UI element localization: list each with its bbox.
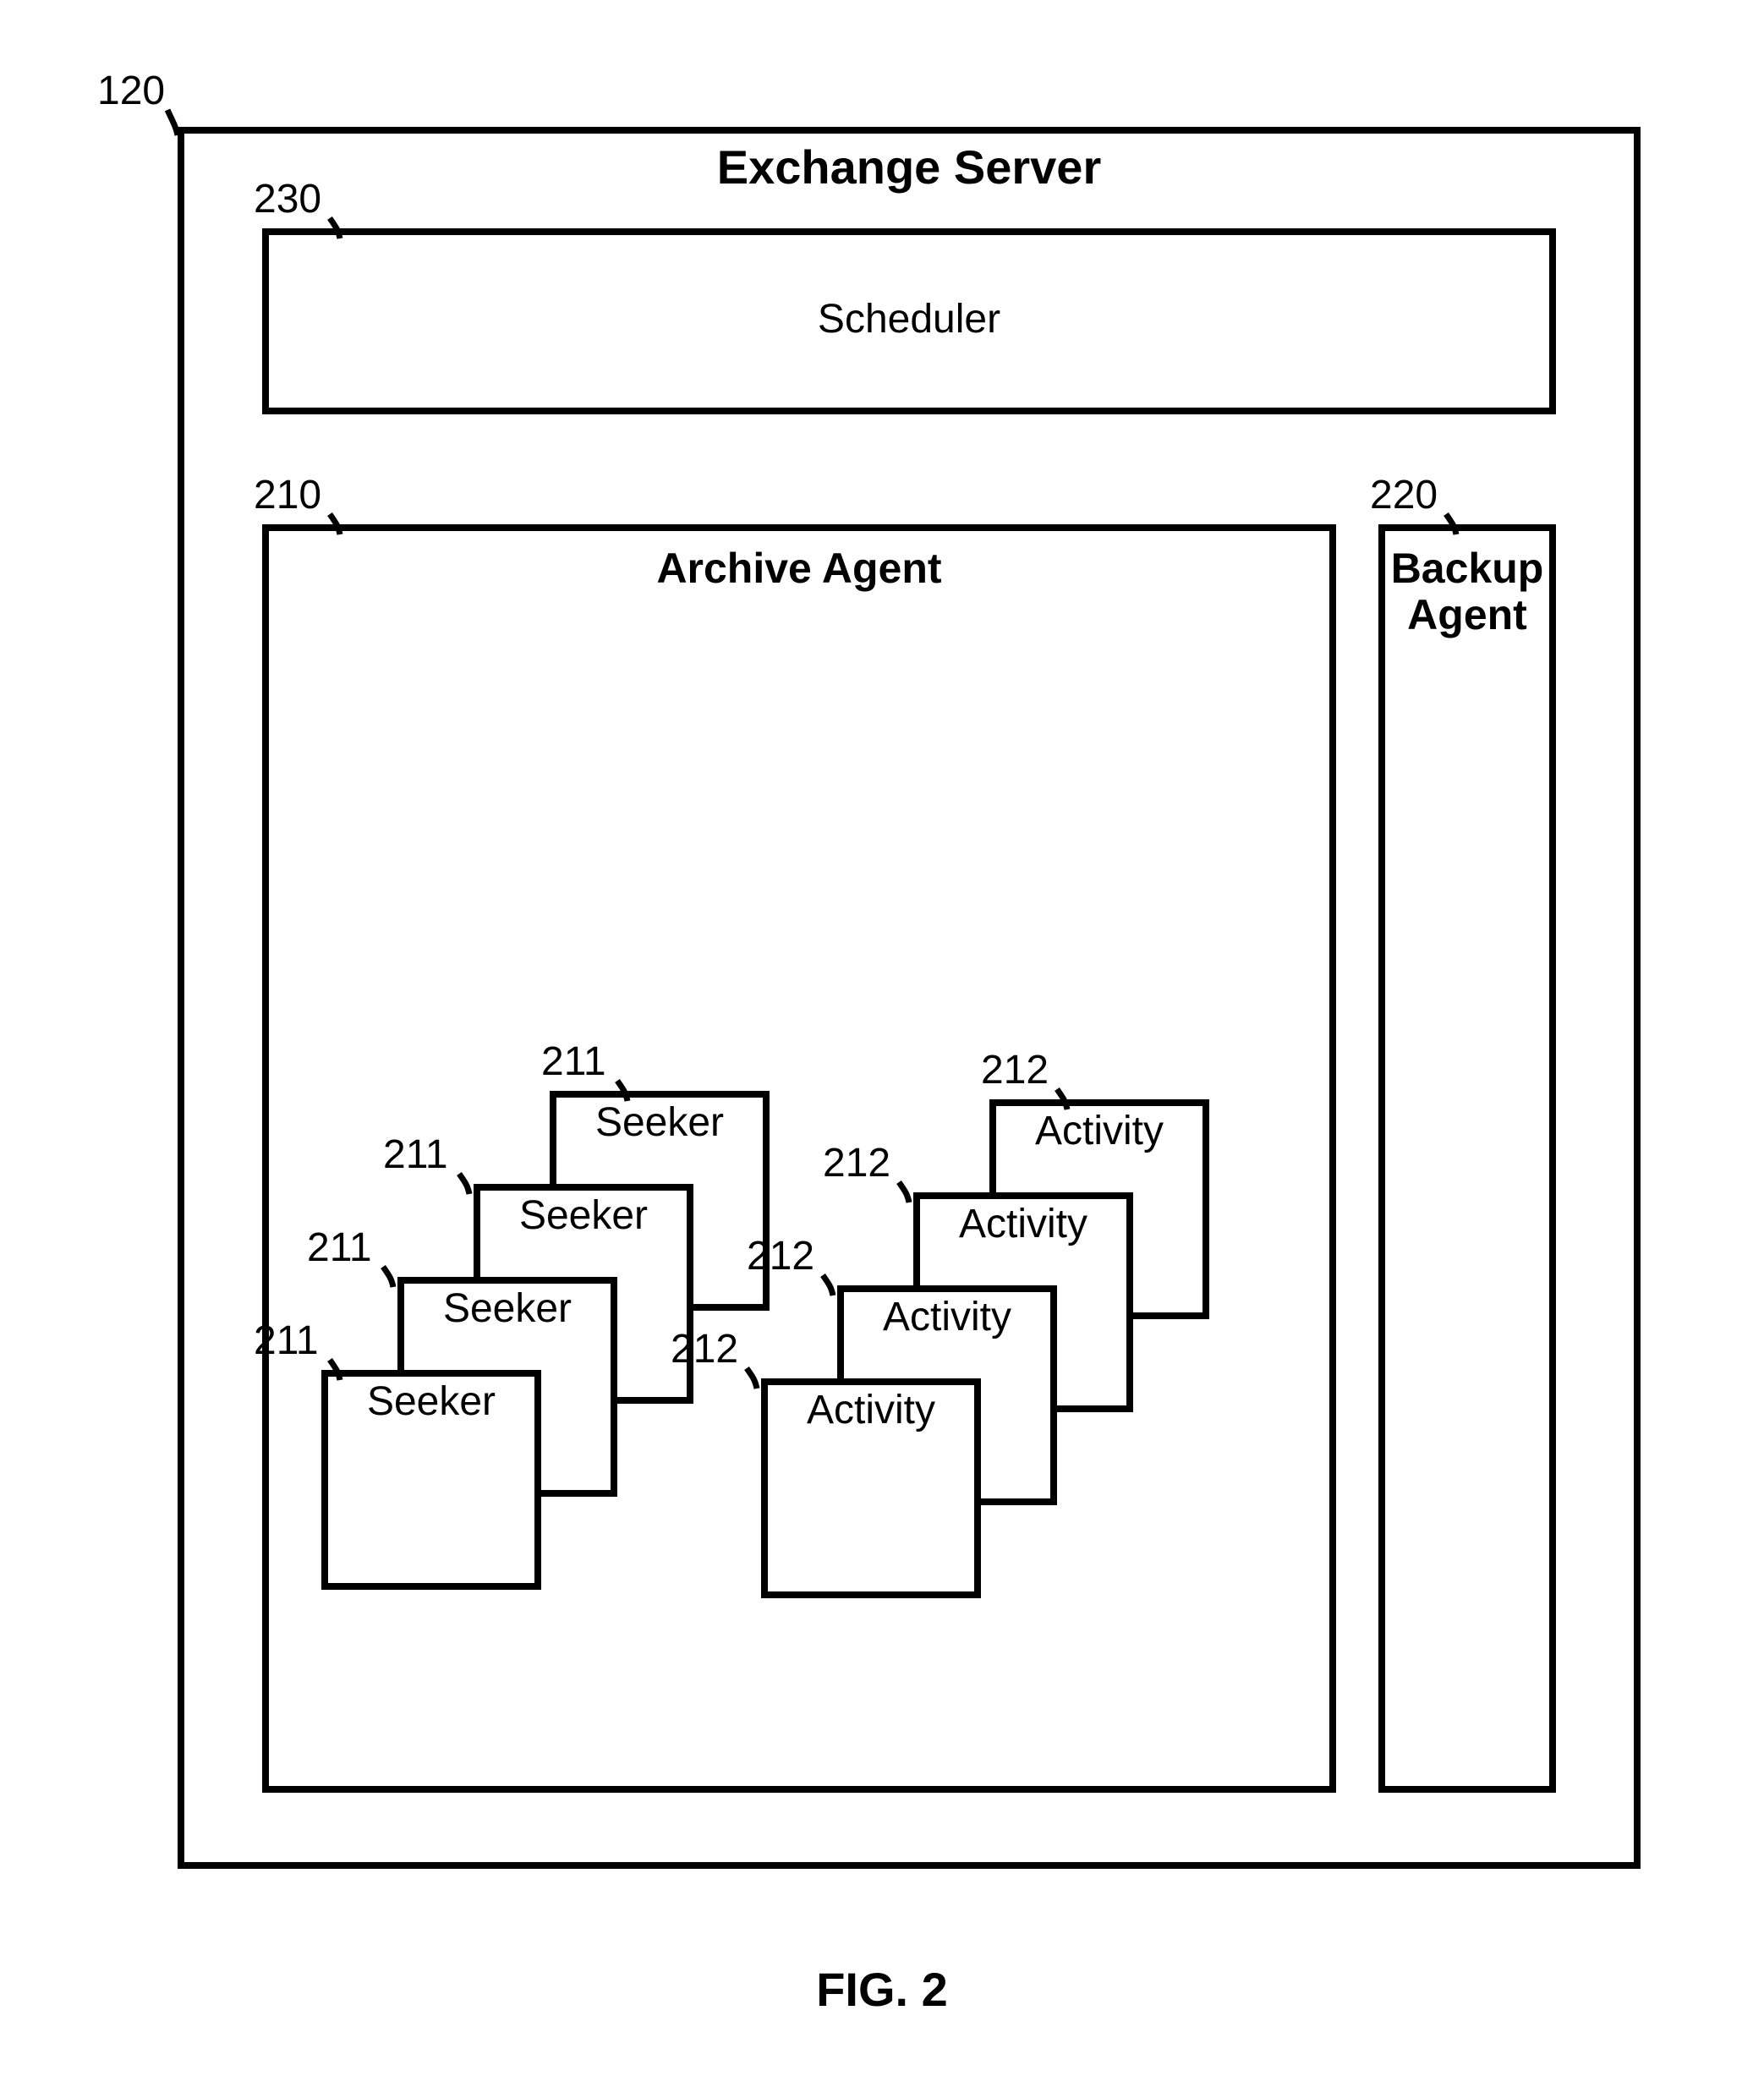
- ref-210: 210: [254, 472, 321, 518]
- ref-220: 220: [1370, 472, 1438, 518]
- backup-agent-box: [1378, 524, 1556, 1793]
- backup-agent-title-text: Backup Agent: [1391, 545, 1544, 638]
- scheduler-title: Scheduler: [262, 296, 1556, 342]
- ref-212-3: 212: [823, 1140, 890, 1186]
- seeker-label-4: Seeker: [550, 1099, 770, 1146]
- seeker-label-1: Seeker: [321, 1378, 541, 1425]
- ref-212-1: 212: [671, 1326, 738, 1372]
- seeker-label-3: Seeker: [474, 1192, 693, 1239]
- activity-label-2: Activity: [837, 1294, 1057, 1340]
- ref-211-3: 211: [383, 1131, 448, 1178]
- ref-211-2: 211: [307, 1224, 372, 1271]
- activity-label-3: Activity: [913, 1201, 1133, 1247]
- activity-label-4: Activity: [989, 1108, 1209, 1154]
- ref-212-2: 212: [747, 1233, 814, 1279]
- activity-label-1: Activity: [761, 1387, 981, 1433]
- ref-230: 230: [254, 176, 321, 222]
- figure-label: FIG. 2: [0, 1962, 1764, 2017]
- ref-120: 120: [97, 68, 165, 114]
- exchange-server-title: Exchange Server: [178, 140, 1641, 194]
- backup-agent-title: Backup Agent: [1378, 545, 1556, 638]
- ref-212-4: 212: [981, 1047, 1049, 1093]
- ref-211-4: 211: [541, 1038, 606, 1085]
- seeker-label-2: Seeker: [397, 1285, 617, 1332]
- archive-agent-title: Archive Agent: [262, 545, 1336, 592]
- diagram-canvas: 120 Exchange Server 230 Scheduler 210 Ar…: [0, 0, 1764, 2098]
- ref-211-1: 211: [254, 1317, 319, 1364]
